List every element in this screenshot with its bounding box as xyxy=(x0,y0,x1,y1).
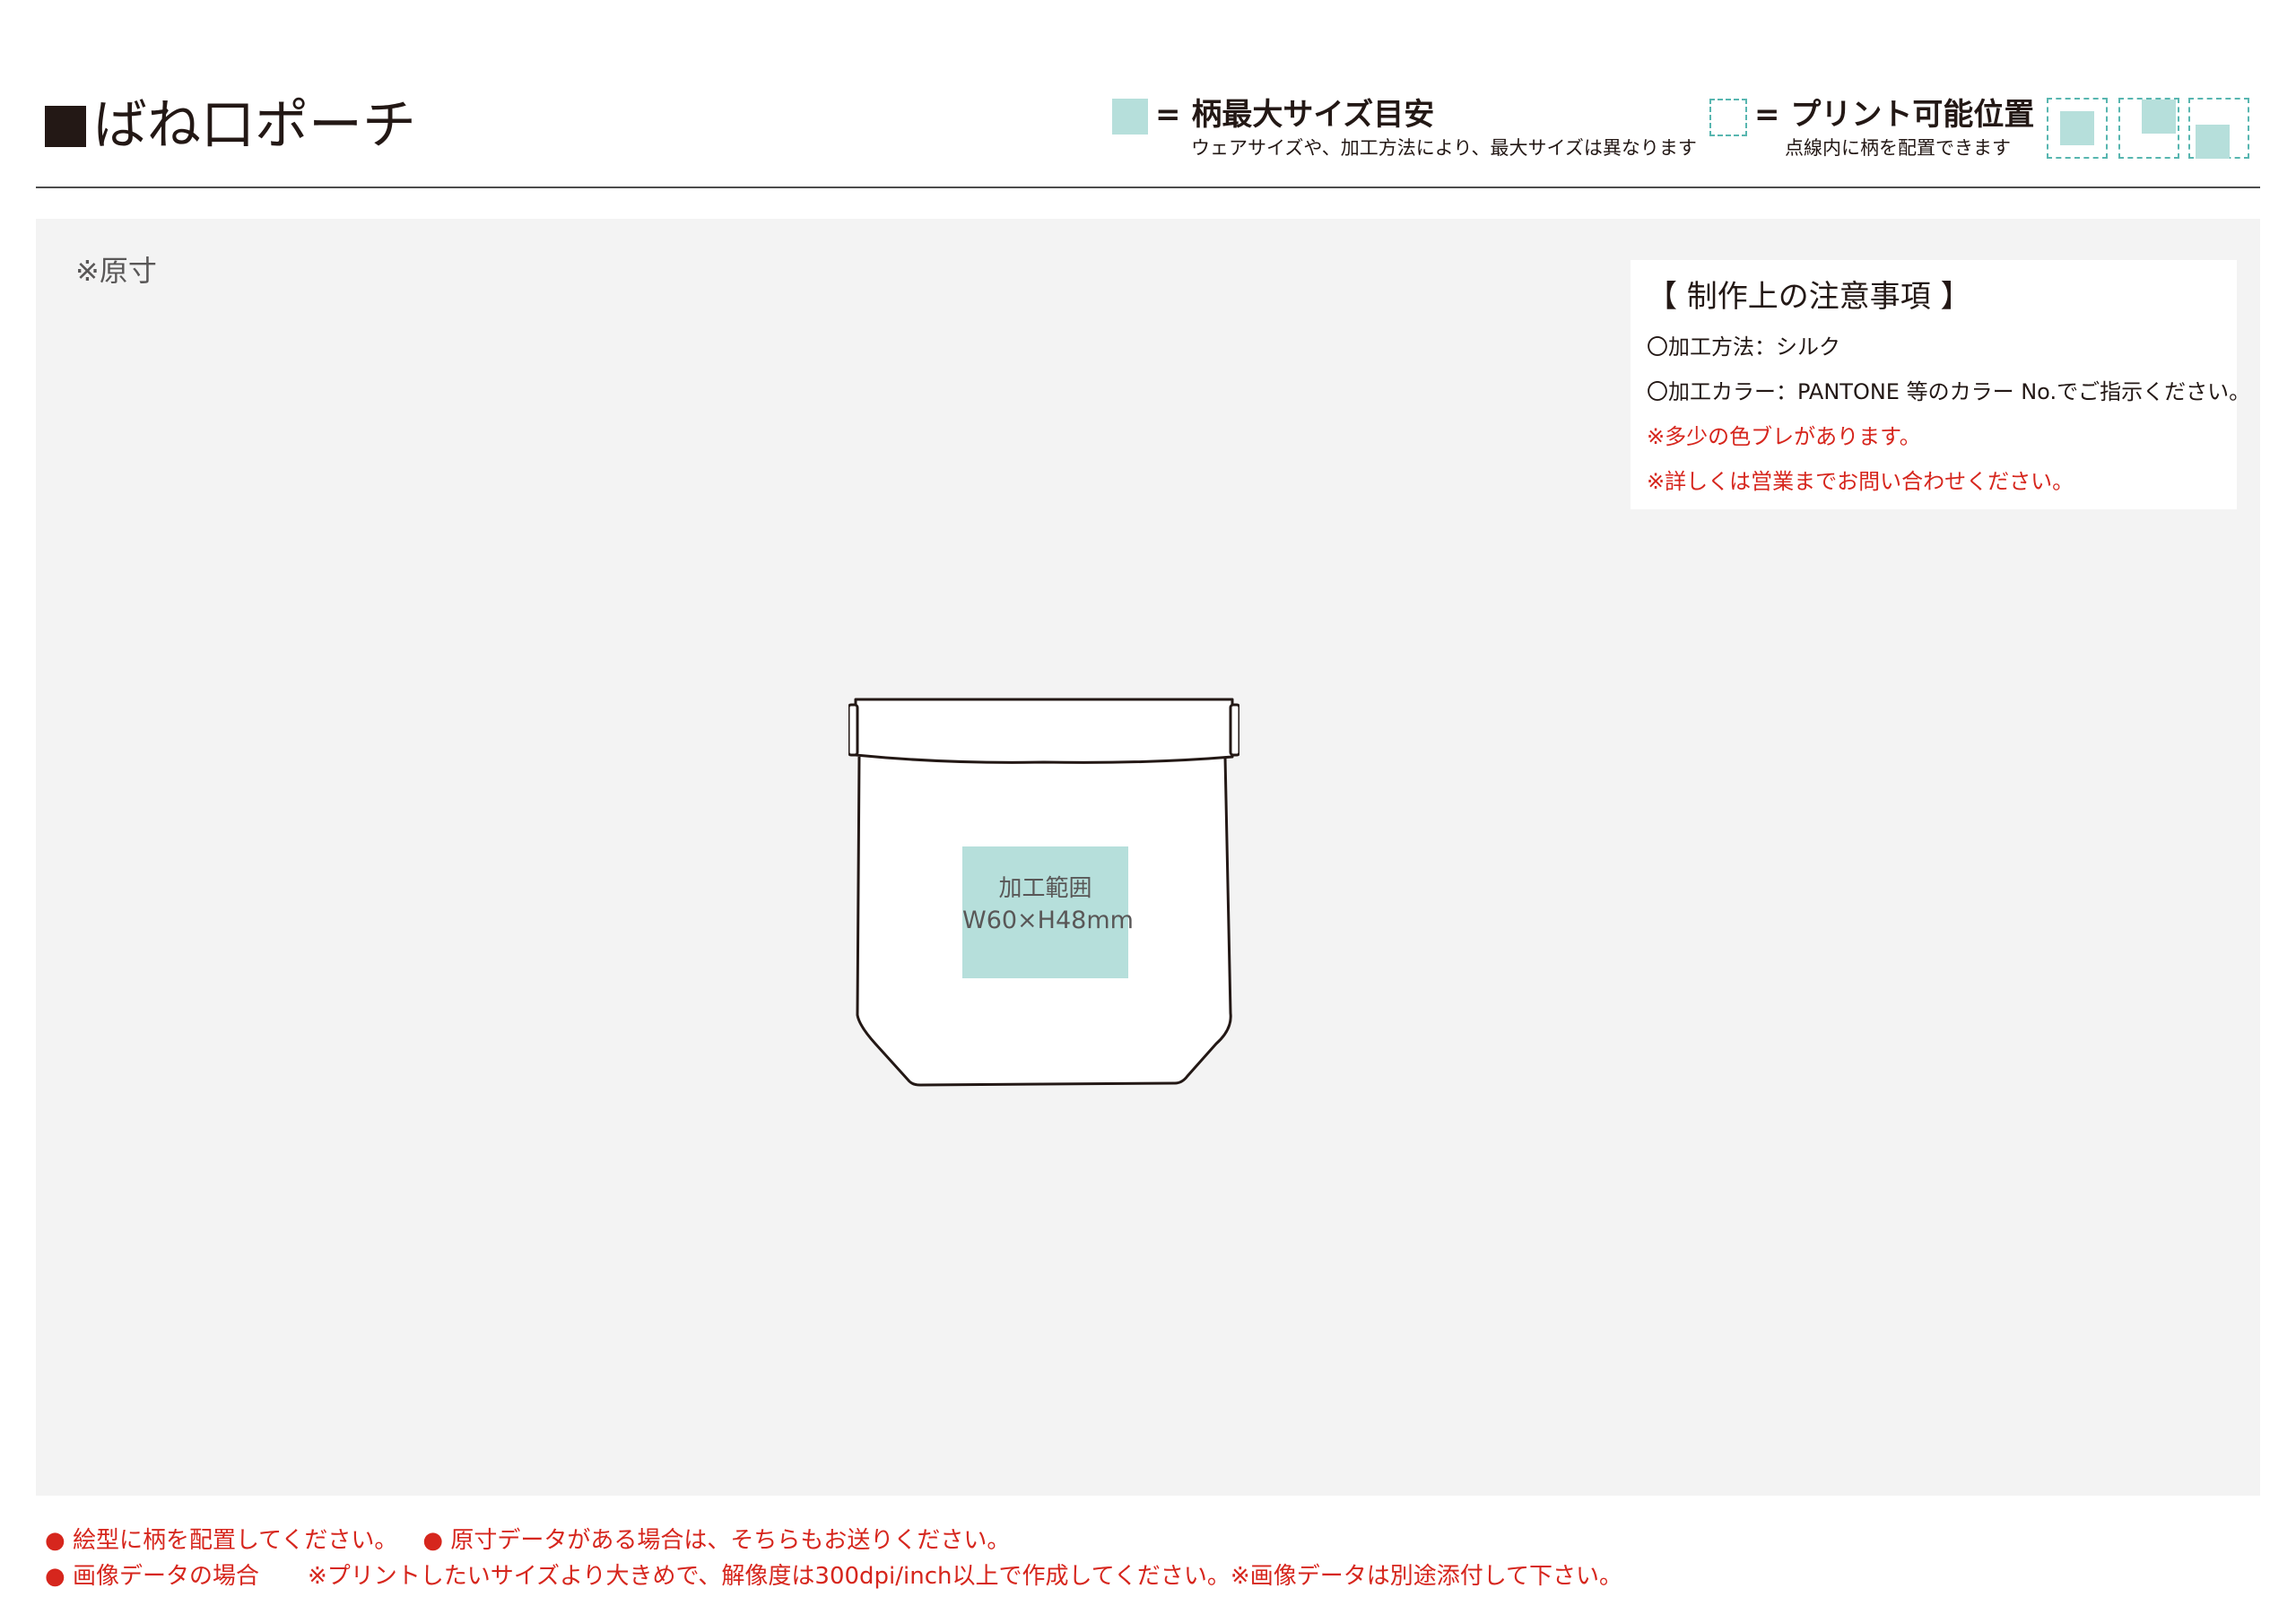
legend-max-size: = 柄最大サイズ目安 ウェアサイズや、加工方法により、最大サイズは異なります xyxy=(1112,93,1697,165)
notes-item-contact: ※詳しくは営業までお問い合わせください。 xyxy=(1647,469,2074,494)
legend-print-position-label: = プリント可能位置 xyxy=(1754,97,2035,133)
footer-line-1: ● 絵型に柄を配置してください。 ● 原寸データがある場合は、そちらもお送りくださ… xyxy=(45,1523,1622,1558)
production-notes-box: 【 制作上の注意事項 】 〇加工方法：シルク 〇加工カラー：PANTONE 等の… xyxy=(1631,260,2251,509)
pouch-right-clasp xyxy=(1229,703,1239,757)
notes-item-color-variance: ※多少の色ブレがあります。 xyxy=(1647,424,1921,449)
notes-item-color: 〇加工カラー：PANTONE 等のカラー No.でご指示ください。 xyxy=(1647,379,2251,404)
max-size-swatch-icon xyxy=(1112,99,1148,135)
placement-upper-icon xyxy=(2118,98,2179,159)
footer-image-data: ● 画像データの場合 xyxy=(45,1563,259,1590)
pouch-left-clasp xyxy=(848,703,859,757)
page-title: ばね口ポーチ xyxy=(45,90,416,161)
footer-resolution-note: ※プリントしたいサイズより大きめで、解像度は300dpi/inch以上で作成して… xyxy=(307,1563,1622,1590)
notes-item-method: 〇加工方法：シルク xyxy=(1647,334,1840,360)
footer-line-2: ● 画像データの場合 ※プリントしたいサイズより大きめで、解像度は300dpi/i… xyxy=(45,1558,1622,1594)
title-square-icon xyxy=(45,106,86,147)
production-notes-title: 【 制作上の注意事項 】 xyxy=(1647,279,1971,315)
dashed-area-swatch-icon xyxy=(1709,99,1747,136)
legend-max-size-note: ウェアサイズや、加工方法により、最大サイズは異なります xyxy=(1191,137,1697,159)
footer-send-original: ● 原寸データがある場合は、そちらもお送りください。 xyxy=(422,1527,1011,1554)
placement-center-icon xyxy=(2047,98,2108,159)
legend-max-size-label: = 柄最大サイズ目安 xyxy=(1155,97,1435,133)
page-title-text: ばね口ポーチ xyxy=(93,94,416,157)
scale-note: ※原寸 xyxy=(75,254,157,288)
legend-print-position-note: 点線内に柄を配置できます xyxy=(1785,137,2011,159)
print-area-size: W60×H48mm xyxy=(962,907,1134,934)
header-divider xyxy=(36,187,2260,188)
footer-instructions: ● 絵型に柄を配置してください。 ● 原寸データがある場合は、そちらもお送りくださ… xyxy=(45,1523,1622,1594)
pouch-frame-band xyxy=(854,698,1234,764)
legend-print-position: = プリント可能位置 点線内に柄を配置できます xyxy=(1709,93,2050,165)
placement-lower-icon xyxy=(2188,98,2249,159)
print-area: 加工範囲 W60×H48mm xyxy=(962,846,1134,978)
footer-place-pattern: ● 絵型に柄を配置してください。 xyxy=(45,1527,398,1554)
print-area-label: 加工範囲 xyxy=(998,875,1092,902)
